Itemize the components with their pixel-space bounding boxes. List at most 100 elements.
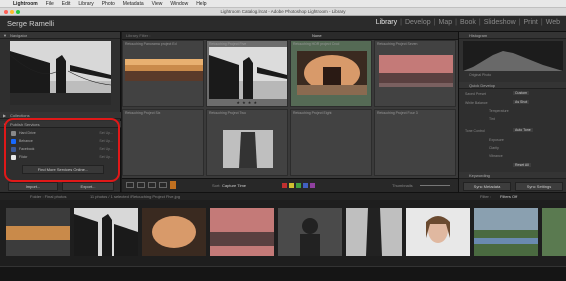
cell-filename: Retouching HDR project Crod (293, 42, 340, 46)
color-label-green[interactable] (296, 183, 301, 188)
painter-icon[interactable] (170, 181, 176, 189)
saved-preset-dropdown[interactable]: Custom (513, 91, 530, 95)
module-library[interactable]: Library (376, 19, 397, 26)
histogram-header[interactable]: Histogram (459, 32, 566, 39)
color-label-red[interactable] (282, 183, 287, 188)
quick-develop-header[interactable]: Quick Develop (459, 82, 566, 89)
sync-metadata-button[interactable]: Sync Metadata (463, 182, 511, 191)
star-rating[interactable]: ★ ★ ★ ★ (207, 100, 287, 105)
auto-tone-button[interactable]: Auto Tone (513, 128, 533, 132)
module-web[interactable]: Web (546, 19, 560, 26)
module-divider: | (433, 19, 436, 26)
filmstrip-thumbnail[interactable] (142, 208, 206, 256)
filmstrip-thumbnail[interactable] (278, 208, 342, 256)
service-facebook[interactable]: Facebook Set Up... (9, 146, 117, 153)
grid-cell-selected[interactable]: Retouching Project Five ★ ★ ★ ★ (206, 40, 288, 107)
grid-cell[interactable]: Retouching Project Eight (290, 109, 372, 176)
thumbnail-size-slider[interactable] (420, 185, 450, 186)
filmstrip-thumbnail[interactable] (210, 208, 274, 256)
menu-window[interactable]: Window (166, 1, 192, 7)
cell-filename: Retouching Panorama project Ed (125, 42, 177, 46)
import-button[interactable]: Import... (8, 182, 58, 191)
close-window-icon[interactable] (4, 10, 8, 14)
grid-cell[interactable]: Retouching HDR project Crod (290, 40, 372, 107)
menu-file[interactable]: File (42, 1, 58, 7)
setup-link[interactable]: Set Up... (99, 146, 113, 153)
filter-none-option[interactable]: None (312, 32, 322, 40)
bridge-photo-icon (209, 47, 287, 99)
module-divider: | (455, 19, 457, 26)
filmstrip-thumbnail[interactable] (6, 208, 70, 256)
reset-all-button[interactable]: Reset All (513, 163, 531, 167)
export-button[interactable]: Export... (62, 182, 114, 191)
sort-dropdown[interactable]: Capture Time (222, 183, 246, 188)
filmstrip-thumbnail[interactable] (406, 208, 470, 256)
module-develop[interactable]: Develop (405, 19, 431, 26)
original-photo-checkbox[interactable]: Original Photo (469, 73, 491, 77)
cell-filename: Retouching Project Seven (377, 42, 418, 46)
navigator-preview[interactable] (10, 41, 111, 105)
navigator-header[interactable]: ▼ Navigator (0, 32, 120, 39)
service-flickr[interactable]: Flickr Set Up... (9, 154, 117, 161)
module-print[interactable]: Print (523, 19, 537, 26)
service-label: Facebook (19, 147, 35, 151)
grid-cell[interactable]: Retouching Panorama project Ed (122, 40, 204, 107)
setup-link[interactable]: Set Up... (99, 154, 113, 161)
menu-library[interactable]: Library (74, 1, 97, 7)
zoom-window-icon[interactable] (16, 10, 20, 14)
thumbnails-label: Thumbnails (392, 183, 413, 188)
thumbnail (377, 47, 455, 99)
collapse-triangle-icon: ▼ (3, 33, 7, 38)
filmstrip-thumbnail[interactable] (474, 208, 538, 256)
grid-cell[interactable]: Retouching Project Seven (374, 40, 456, 107)
service-behance[interactable]: Behance Set Up... (9, 138, 117, 145)
module-slideshow[interactable]: Slideshow (484, 19, 516, 26)
saved-preset-label: Saved Preset (465, 92, 487, 96)
color-label-blue[interactable] (303, 183, 308, 188)
setup-link[interactable]: Set Up... (99, 138, 113, 145)
arch-sunset-photo-icon (293, 47, 371, 99)
filmstrip-thumbnail[interactable] (542, 208, 566, 256)
grid-view-icon[interactable] (126, 182, 134, 188)
module-book[interactable]: Book (460, 19, 476, 26)
white-balance-dropdown[interactable]: As Shot (513, 100, 530, 104)
grid-cell[interactable]: Retouching Project Two (206, 109, 288, 176)
minimize-window-icon[interactable] (10, 10, 14, 14)
menu-photo[interactable]: Photo (98, 1, 119, 7)
collections-header[interactable]: ▶ Collections (0, 112, 121, 119)
find-more-services-button[interactable]: Find More Services Online... (22, 165, 104, 174)
menu-metadata[interactable]: Metadata (119, 1, 148, 7)
filmstrip (0, 200, 566, 266)
grid-cell[interactable]: Retouching Project Six (122, 109, 204, 176)
menu-help[interactable]: Help (192, 1, 210, 7)
compare-view-icon[interactable] (148, 182, 156, 188)
module-divider: | (400, 19, 402, 26)
keywording-header[interactable]: Keywording (459, 172, 566, 179)
grid-cell[interactable]: Retouching Project Four 3 (374, 109, 456, 176)
sync-settings-button[interactable]: Sync Settings (515, 182, 563, 191)
menu-view[interactable]: View (148, 1, 167, 7)
survey-view-icon[interactable] (159, 182, 167, 188)
panorama-photo-icon (125, 47, 203, 99)
menu-edit[interactable]: Edit (58, 1, 75, 7)
thumbnail (209, 116, 287, 168)
cell-filename: Retouching Project Eight (293, 111, 332, 115)
cell-filename: Retouching Project Five (209, 42, 247, 46)
expand-triangle-icon: ▶ (3, 113, 7, 118)
color-label-purple[interactable] (310, 183, 315, 188)
filmstrip-scrollbar[interactable] (0, 266, 566, 281)
filmstrip-thumbnail-selected[interactable] (74, 208, 138, 256)
vibrance-label: Vibrance (489, 154, 503, 158)
thumbnail (209, 47, 287, 99)
setup-link[interactable]: Set Up... (99, 130, 113, 137)
filmstrip-thumbnail[interactable] (346, 208, 402, 256)
navigator-title: Navigator (10, 33, 28, 38)
color-label-yellow[interactable] (289, 183, 294, 188)
loupe-view-icon[interactable] (137, 182, 145, 188)
module-map[interactable]: Map (438, 19, 452, 26)
bridge-photo-icon (10, 41, 111, 105)
menu-app-name[interactable]: Lightroom (9, 1, 42, 7)
publish-services-header[interactable]: ▼ Publish Services (0, 121, 121, 128)
service-hard-drive[interactable]: Hard Drive Set Up... (9, 130, 117, 137)
thumbnail (293, 47, 371, 99)
